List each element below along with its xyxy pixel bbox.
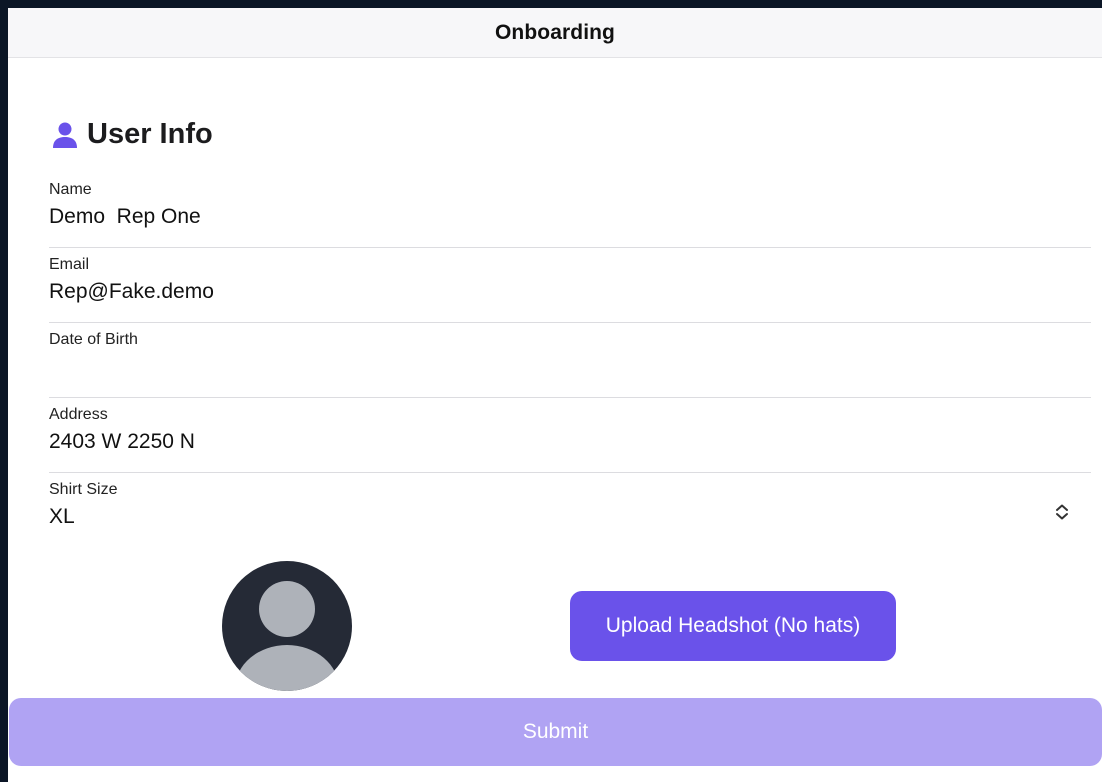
shirt-size-picker[interactable]: Shirt Size XL [49, 473, 1091, 548]
date-of-birth-field[interactable]: Date of Birth [49, 323, 1091, 398]
name-field[interactable]: Name Demo Rep One [49, 173, 1091, 248]
section-header: User Info [51, 118, 213, 151]
date-of-birth-label: Date of Birth [49, 331, 138, 348]
section-title: User Info [87, 118, 213, 150]
avatar [222, 561, 352, 691]
person-silhouette-icon [235, 581, 339, 691]
shirt-size-label: Shirt Size [49, 481, 118, 498]
address-field[interactable]: Address 2403 W 2250 N [49, 398, 1091, 473]
app-window: Onboarding User Info Name Demo Rep One E… [8, 8, 1102, 782]
upload-headshot-button[interactable]: Upload Headshot (No hats) [570, 591, 896, 661]
email-field[interactable]: Email Rep@Fake.demo [49, 248, 1091, 323]
address-label: Address [49, 406, 108, 423]
shirt-size-value: XL [49, 505, 75, 528]
chevron-up-down-icon[interactable] [1051, 501, 1073, 523]
navigation-bar: Onboarding [8, 8, 1102, 58]
page-title: Onboarding [495, 20, 615, 44]
name-input[interactable]: Demo Rep One [49, 205, 201, 229]
email-input[interactable]: Rep@Fake.demo [49, 280, 214, 304]
name-label: Name [49, 181, 92, 198]
submit-button[interactable]: Submit [9, 698, 1102, 766]
address-input[interactable]: 2403 W 2250 N [49, 430, 195, 454]
person-icon [51, 121, 79, 149]
email-label: Email [49, 256, 90, 273]
